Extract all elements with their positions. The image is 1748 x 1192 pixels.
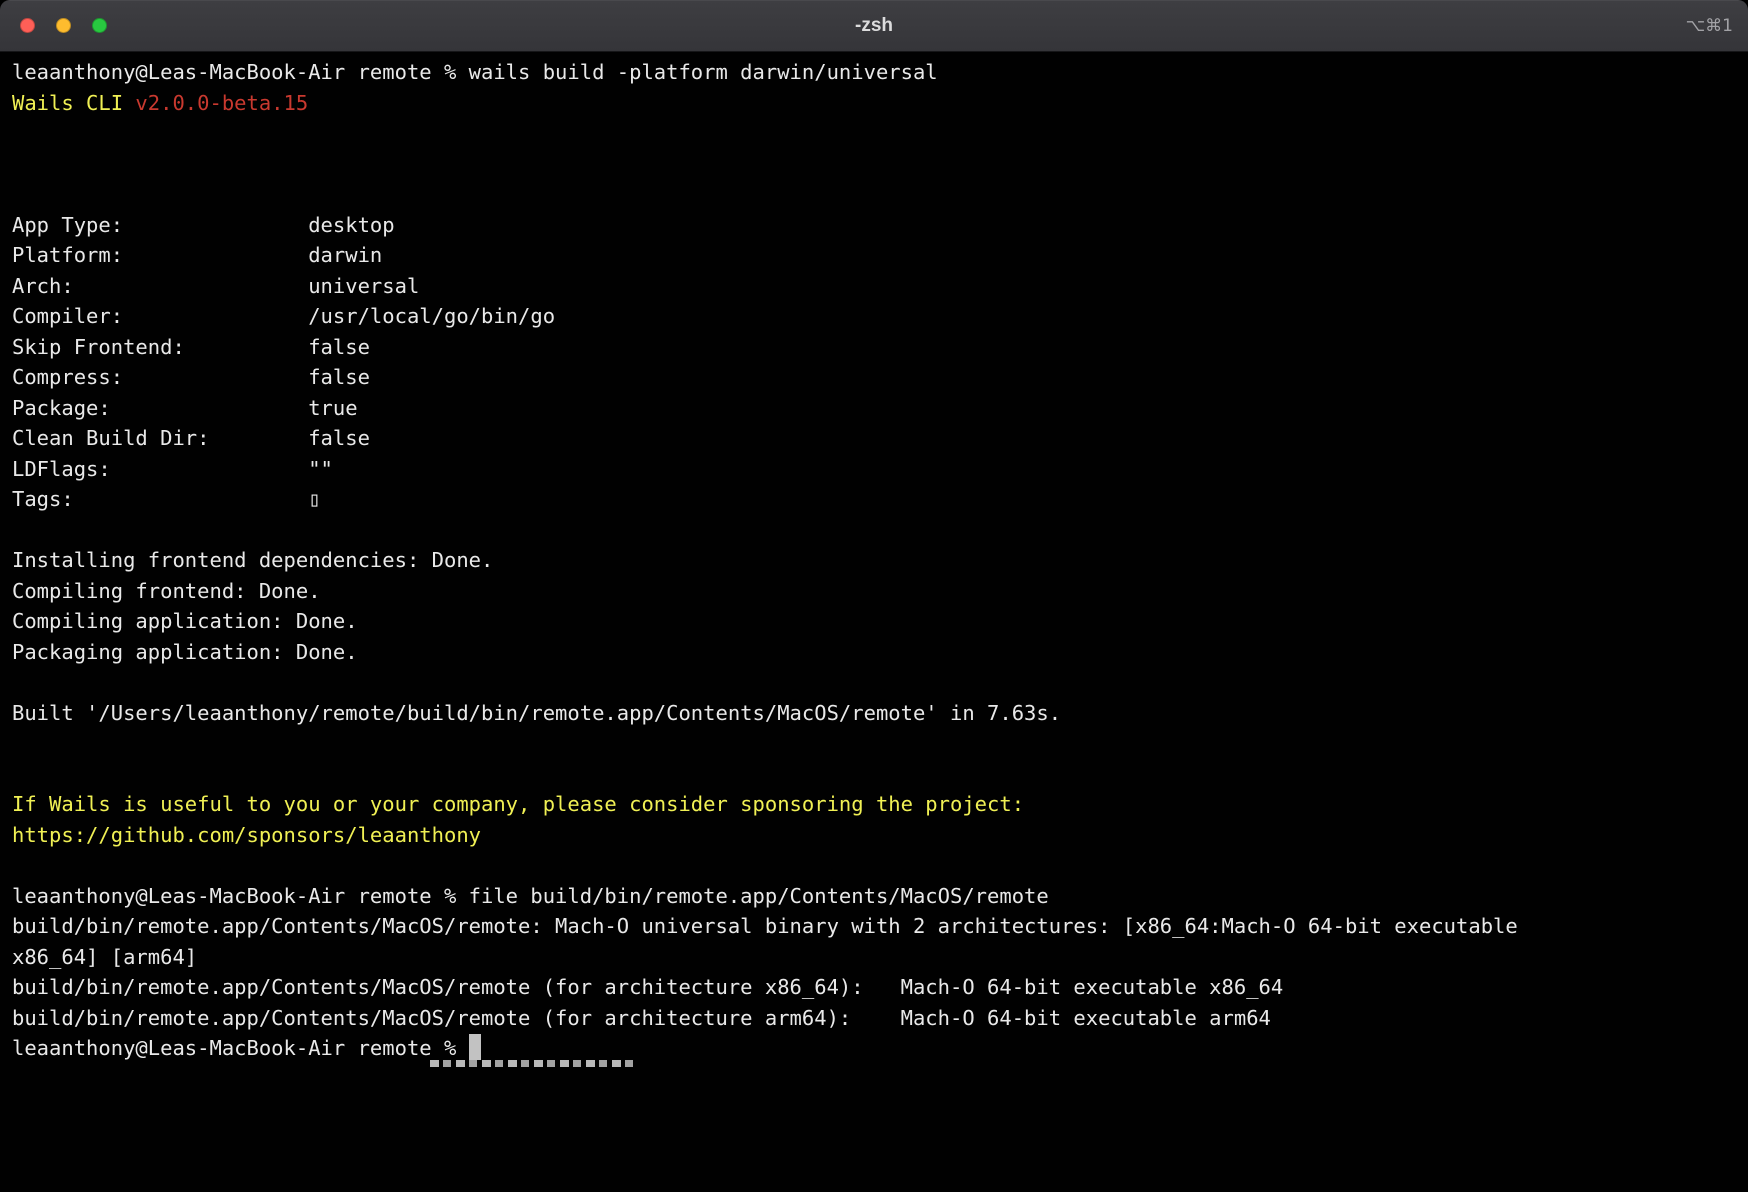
terminal-window: -zsh ⌥⌘1 leaanthony@Leas-MacBook-Air rem… bbox=[0, 0, 1748, 1192]
terminal-text-segment: https://github.com/sponsors/leaanthony bbox=[12, 823, 481, 847]
terminal-line: Tags: ▯ bbox=[12, 484, 1736, 515]
clipped-scrollback-artifact bbox=[430, 1060, 638, 1067]
zoom-button[interactable] bbox=[92, 18, 107, 33]
terminal-line: leaanthony@Leas-MacBook-Air remote % wai… bbox=[12, 57, 1736, 88]
terminal-line: If Wails is useful to you or your compan… bbox=[12, 789, 1736, 820]
terminal-line: build/bin/remote.app/Contents/MacOS/remo… bbox=[12, 972, 1736, 1003]
terminal-line: Platform: darwin bbox=[12, 240, 1736, 271]
terminal-text-segment: leaanthony@Leas-MacBook-Air remote % wai… bbox=[12, 60, 938, 84]
terminal-output: leaanthony@Leas-MacBook-Air remote % wai… bbox=[12, 57, 1736, 1064]
terminal-line: Skip Frontend: false bbox=[12, 332, 1736, 363]
terminal-text-segment: Package: true bbox=[12, 396, 358, 420]
terminal-text-segment: Skip Frontend: false bbox=[12, 335, 370, 359]
minimize-button[interactable] bbox=[56, 18, 71, 33]
terminal-text-segment: leaanthony@Leas-MacBook-Air remote % bbox=[12, 1036, 469, 1060]
terminal-text-segment: Compress: false bbox=[12, 365, 370, 389]
window-title: -zsh bbox=[0, 0, 1748, 51]
terminal-line: Wails CLI v2.0.0-beta.15 bbox=[12, 88, 1736, 119]
window-shortcut-hint: ⌥⌘1 bbox=[1686, 0, 1733, 51]
terminal-text-segment: v2.0.0-beta.15 bbox=[135, 91, 308, 115]
terminal-line: leaanthony@Leas-MacBook-Air remote % fil… bbox=[12, 881, 1736, 912]
terminal-text-segment: Wails CLI bbox=[12, 91, 135, 115]
terminal-text-segment: If Wails is useful to you or your compan… bbox=[12, 792, 1024, 816]
terminal-text-segment: Compiling frontend: Done. bbox=[12, 579, 321, 603]
terminal-cursor bbox=[469, 1034, 481, 1060]
terminal-line: Clean Build Dir: false bbox=[12, 423, 1736, 454]
terminal-text-segment: build/bin/remote.app/Contents/MacOS/remo… bbox=[12, 914, 1518, 938]
terminal-text-segment: leaanthony@Leas-MacBook-Air remote % fil… bbox=[12, 884, 1049, 908]
terminal-line: build/bin/remote.app/Contents/MacOS/remo… bbox=[12, 911, 1736, 942]
terminal-text-segment: Compiler: /usr/local/go/bin/go bbox=[12, 304, 555, 328]
terminal-screen[interactable]: leaanthony@Leas-MacBook-Air remote % wai… bbox=[0, 52, 1748, 1192]
terminal-line bbox=[12, 515, 1736, 546]
terminal-line bbox=[12, 667, 1736, 698]
terminal-line: Compiler: /usr/local/go/bin/go bbox=[12, 301, 1736, 332]
terminal-text-segment: Installing frontend dependencies: Done. bbox=[12, 548, 493, 572]
terminal-text-segment: Compiling application: Done. bbox=[12, 609, 358, 633]
terminal-text-segment: App Type: desktop bbox=[12, 213, 395, 237]
terminal-line: leaanthony@Leas-MacBook-Air remote % bbox=[12, 1033, 1736, 1064]
terminal-line: Compress: false bbox=[12, 362, 1736, 393]
terminal-text-segment: LDFlags: "" bbox=[12, 457, 333, 481]
terminal-text-segment: Tags: ▯ bbox=[12, 487, 321, 511]
terminal-text-segment: Clean Build Dir: false bbox=[12, 426, 370, 450]
terminal-line bbox=[12, 728, 1736, 759]
terminal-line: Compiling frontend: Done. bbox=[12, 576, 1736, 607]
terminal-line bbox=[12, 759, 1736, 790]
terminal-line bbox=[12, 118, 1736, 149]
terminal-text-segment: Built '/Users/leaanthony/remote/build/bi… bbox=[12, 701, 1061, 725]
terminal-line bbox=[12, 179, 1736, 210]
terminal-text-segment: x86_64] [arm64] bbox=[12, 945, 197, 969]
close-button[interactable] bbox=[20, 18, 35, 33]
terminal-text-segment: Packaging application: Done. bbox=[12, 640, 358, 664]
titlebar: -zsh ⌥⌘1 bbox=[0, 0, 1748, 52]
traffic-lights bbox=[0, 18, 107, 33]
terminal-line: Arch: universal bbox=[12, 271, 1736, 302]
terminal-line: Packaging application: Done. bbox=[12, 637, 1736, 668]
terminal-line: build/bin/remote.app/Contents/MacOS/remo… bbox=[12, 1003, 1736, 1034]
terminal-line: App Type: desktop bbox=[12, 210, 1736, 241]
terminal-line bbox=[12, 149, 1736, 180]
terminal-text-segment: Platform: darwin bbox=[12, 243, 382, 267]
terminal-line: x86_64] [arm64] bbox=[12, 942, 1736, 973]
terminal-line bbox=[12, 850, 1736, 881]
terminal-line: Compiling application: Done. bbox=[12, 606, 1736, 637]
terminal-text-segment: build/bin/remote.app/Contents/MacOS/remo… bbox=[12, 975, 1283, 999]
terminal-line: Built '/Users/leaanthony/remote/build/bi… bbox=[12, 698, 1736, 729]
terminal-line: LDFlags: "" bbox=[12, 454, 1736, 485]
terminal-line: https://github.com/sponsors/leaanthony bbox=[12, 820, 1736, 851]
terminal-text-segment: build/bin/remote.app/Contents/MacOS/remo… bbox=[12, 1006, 1271, 1030]
terminal-line: Package: true bbox=[12, 393, 1736, 424]
terminal-line: Installing frontend dependencies: Done. bbox=[12, 545, 1736, 576]
terminal-text-segment: Arch: universal bbox=[12, 274, 419, 298]
